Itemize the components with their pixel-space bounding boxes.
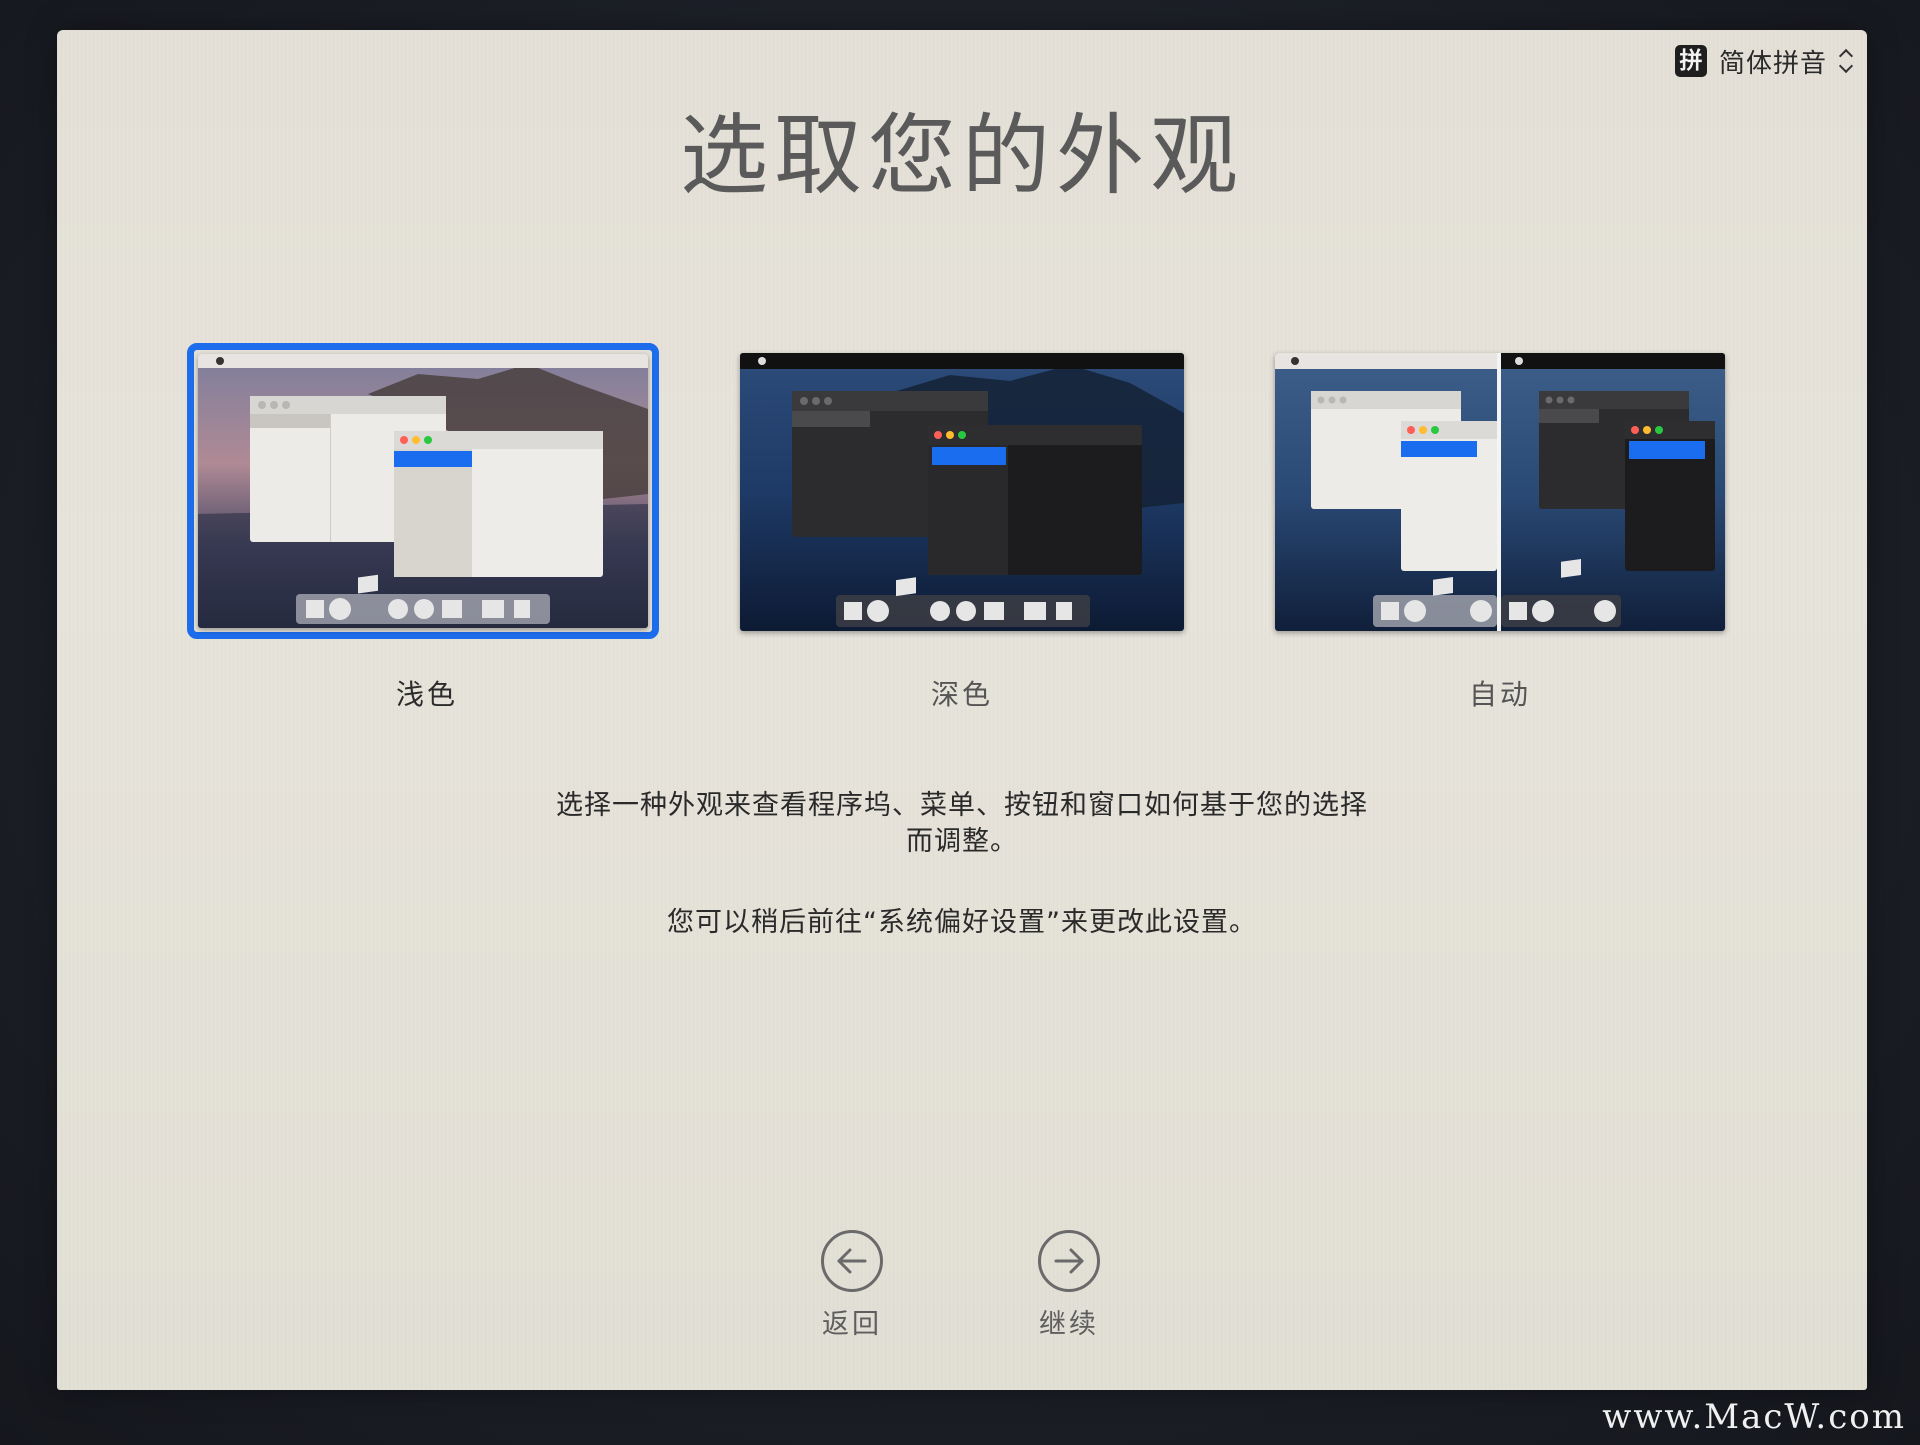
dark-preview-image <box>740 353 1184 631</box>
page-title: 选取您的外观 <box>679 104 1244 207</box>
pinyin-icon: 拼 <box>1674 45 1707 77</box>
forward-arrow-icon <box>1038 1230 1100 1292</box>
option-label-dark: 深色 <box>930 678 993 711</box>
dark-preview-thumbnail <box>740 353 1184 631</box>
auto-preview-thumbnail <box>1275 353 1725 631</box>
continue-label: 继续 <box>1039 1309 1099 1340</box>
auto-preview-image <box>1275 353 1725 631</box>
description-line-2: 而调整。 <box>906 826 1018 857</box>
option-label-auto: 自动 <box>1468 678 1531 711</box>
back-arrow-icon <box>821 1230 883 1292</box>
back-label: 返回 <box>822 1309 882 1340</box>
chevron-updown-icon <box>1839 47 1853 75</box>
watermark: www.MacW.com <box>1602 1397 1906 1437</box>
setup-assistant-screen: 拼 简体拼音 选取您的外观 浅色 深色 自动 选择一种外观来查看程序坞、菜单、按… <box>57 30 1867 1390</box>
light-preview-thumbnail <box>198 354 648 628</box>
continue-button[interactable]: 继续 <box>1009 1230 1129 1341</box>
description-line-1: 选择一种外观来查看程序坞、菜单、按钮和窗口如何基于您的选择 <box>556 790 1368 821</box>
light-preview-image <box>198 354 648 628</box>
input-method-label: 简体拼音 <box>1718 48 1827 79</box>
description-line-3: 您可以稍后前往“系统偏好设置”来更改此设置。 <box>667 907 1257 938</box>
option-label-light: 浅色 <box>395 678 458 711</box>
back-button[interactable]: 返回 <box>792 1230 912 1341</box>
input-method-menu[interactable]: 拼 简体拼音 <box>1674 43 1853 79</box>
